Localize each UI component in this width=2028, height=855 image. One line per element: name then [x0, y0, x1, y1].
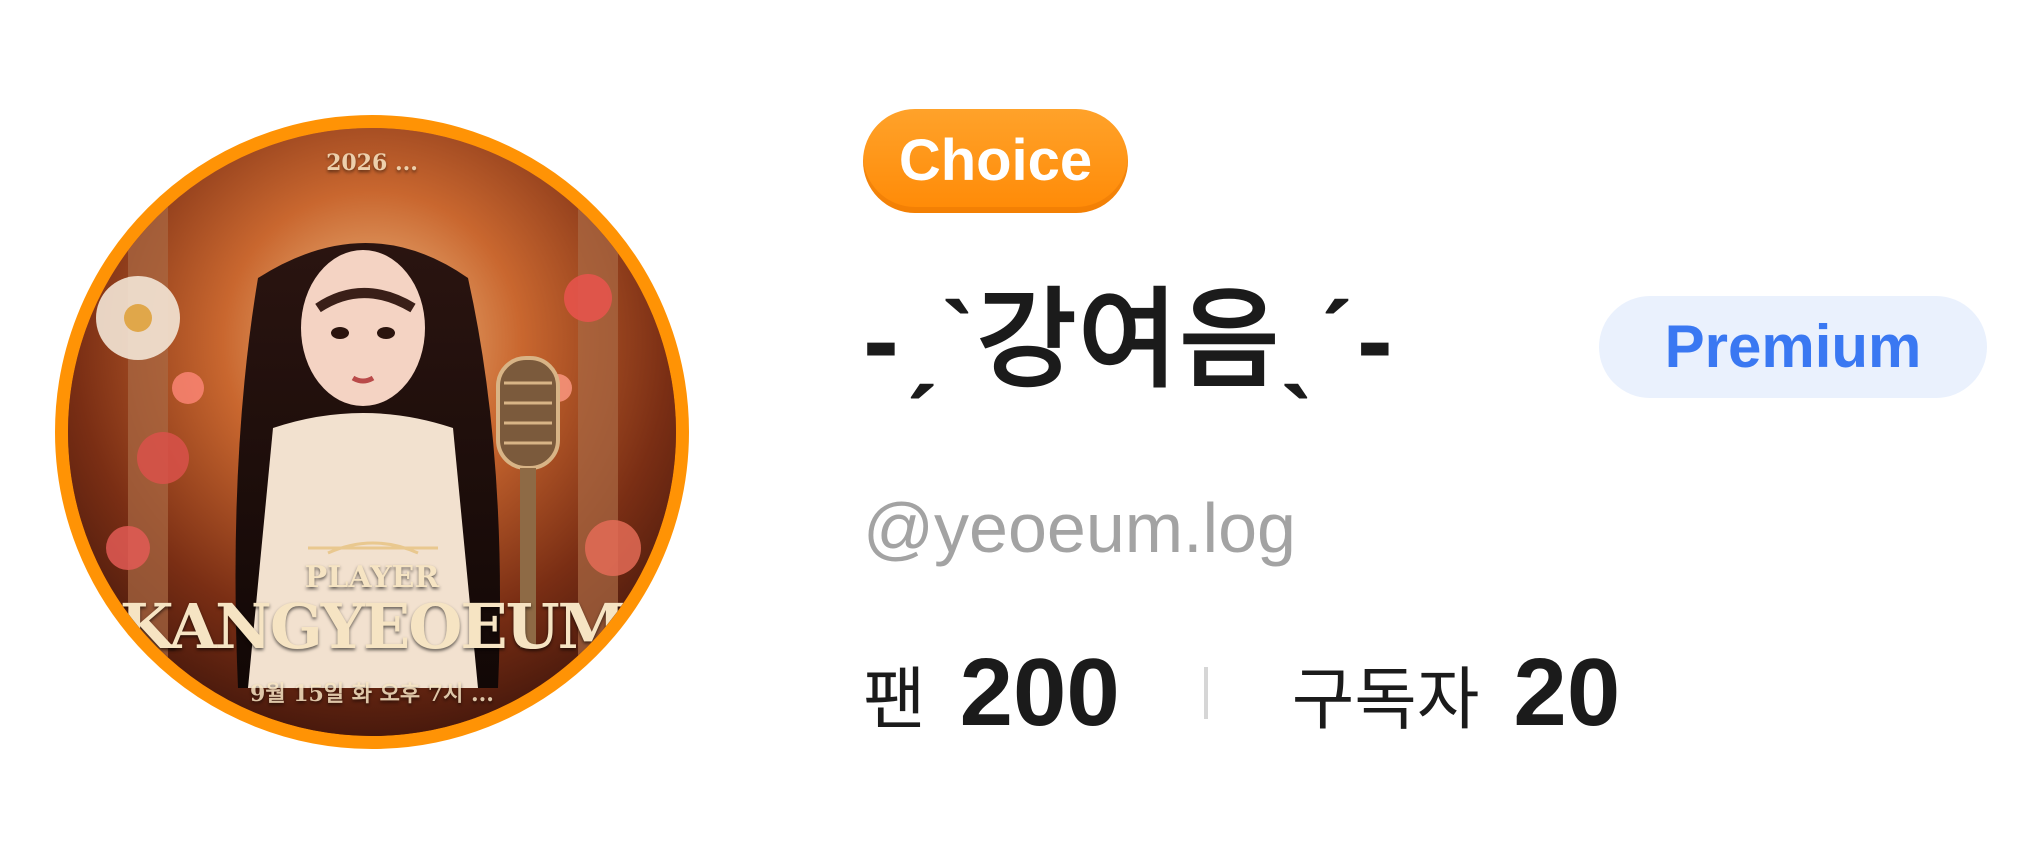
- subscribers-label: 구독자: [1291, 661, 1480, 738]
- avatar-caption-bottom: 9월 15일 화 오후 7시 ...: [250, 681, 494, 707]
- subscribers-count[interactable]: 20: [1513, 638, 1620, 748]
- profile-info: Choice -ˏˋ강여음ˎˊ- Premium @yeoeum.log 팬 2…: [863, 0, 2023, 855]
- profile-handle: @yeoeum.log: [863, 489, 1296, 567]
- stats-divider: [1203, 667, 1208, 719]
- avatar[interactable]: 2026 ... PLAYER KANGYEOEUM 9월 15일 화 오후 7…: [55, 115, 689, 749]
- fans-label: 팬: [863, 661, 926, 738]
- avatar-caption-name: KANGYEOEUM: [119, 590, 627, 663]
- premium-badge[interactable]: Premium: [1599, 296, 1987, 398]
- fans-count[interactable]: 200: [960, 638, 1120, 748]
- profile-card: 2026 ... PLAYER KANGYEOEUM 9월 15일 화 오후 7…: [0, 0, 2028, 855]
- profile-nickname: -ˏˋ강여음ˎˊ-: [863, 279, 1395, 400]
- profile-stats: 팬 200 구독자 20: [863, 638, 1620, 748]
- choice-badge: Choice: [863, 109, 1128, 213]
- avatar-caption-top: 2026 ...: [326, 150, 418, 176]
